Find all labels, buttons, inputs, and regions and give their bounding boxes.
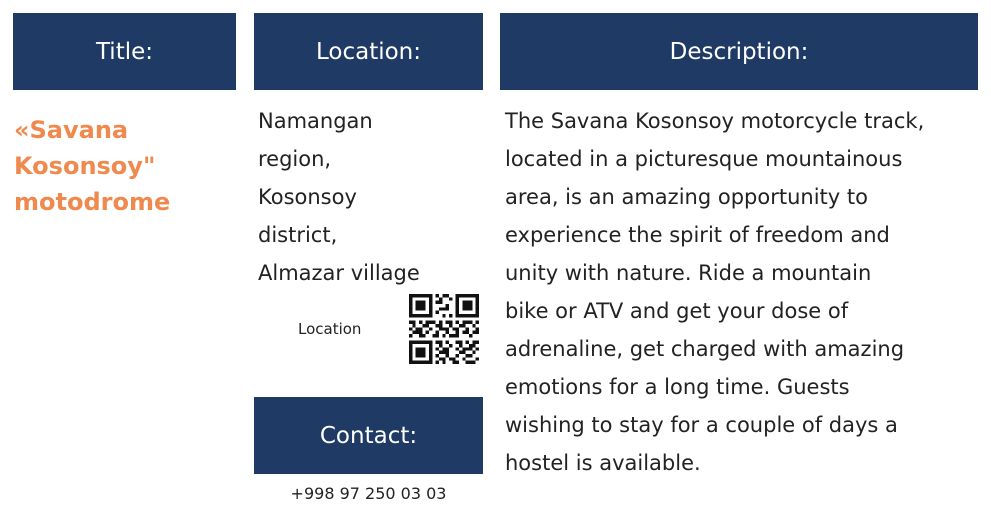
description-line: hostel is available. <box>505 451 701 475</box>
location-line: Namangan <box>258 109 373 133</box>
location-address: Namangan region, Kosonsoy district, Alma… <box>258 102 484 292</box>
description-line: wishing to stay for a couple of days a <box>505 413 898 437</box>
description-line: bike or ATV and get your dose of <box>505 299 849 323</box>
location-line: Kosonsoy <box>258 185 357 209</box>
header-description-label: Description: <box>669 38 809 65</box>
description-line: unity with nature. Ride a mountain <box>505 261 872 285</box>
header-location: Location: <box>254 13 483 90</box>
description-line: The Savana Kosonsoy motorcycle track, <box>505 109 925 133</box>
header-description: Description: <box>500 13 978 90</box>
title-line: «Savana <box>14 116 129 144</box>
contact-phone[interactable]: +998 97 250 03 03 <box>254 484 483 503</box>
description-line: located in a picturesque mountainous <box>505 147 903 171</box>
header-title: Title: <box>13 13 236 90</box>
description-line: experience the spirit of freedom and <box>505 223 890 247</box>
location-line: region, <box>258 147 332 171</box>
location-line: Almazar village <box>258 261 420 285</box>
header-location-label: Location: <box>315 38 422 65</box>
location-qr-label: Location <box>298 320 362 338</box>
title-line: motodrome <box>14 188 171 216</box>
description-line: adrenaline, get charged with amazing <box>505 337 905 361</box>
qr-code-icon[interactable] <box>409 294 479 364</box>
contact-header: Contact: <box>254 397 483 474</box>
attraction-title: «Savana Kosonsoy" motodrome <box>14 112 234 220</box>
title-line: Kosonsoy" <box>14 152 156 180</box>
location-line: district, <box>258 223 338 247</box>
description-line: area, is an amazing opportunity to <box>505 185 868 209</box>
header-title-label: Title: <box>95 38 154 65</box>
description-line: emotions for a long time. Guests <box>505 375 850 399</box>
attraction-description: The Savana Kosonsoy motorcycle track, lo… <box>505 102 987 482</box>
contact-header-label: Contact: <box>319 422 418 449</box>
